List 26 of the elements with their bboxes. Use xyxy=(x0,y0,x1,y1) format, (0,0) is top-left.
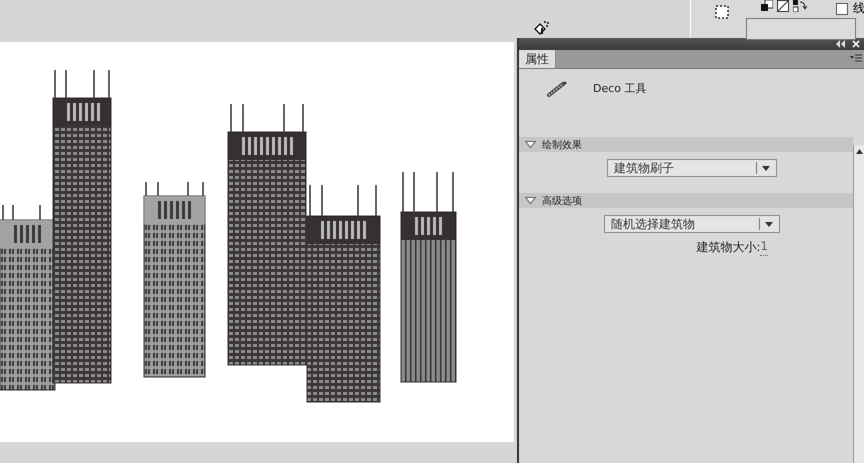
spray-cursor-icon xyxy=(534,20,550,36)
dropdown[interactable]: 建筑物刷子 xyxy=(607,159,777,177)
input-field[interactable] xyxy=(746,18,856,40)
selection-rectangle-icon[interactable] xyxy=(714,4,730,20)
tool-name: Deco 工具 xyxy=(593,81,647,96)
section-title: 高级选项 xyxy=(542,194,582,208)
field-label: 建筑物大小: xyxy=(696,239,760,256)
checkbox[interactable] xyxy=(836,2,848,14)
section-header[interactable]: 高级选项 xyxy=(519,193,853,208)
section-header[interactable]: 绘制效果 xyxy=(519,137,853,152)
dropdown[interactable]: 随机选择建筑物 xyxy=(604,215,780,233)
dropdown-arrow-icon xyxy=(765,222,773,226)
size-value[interactable]: 1 xyxy=(760,239,768,256)
scroll-up-icon[interactable] xyxy=(856,149,862,154)
panel-menu-icon[interactable] xyxy=(850,54,862,62)
disclosure-triangle-icon xyxy=(525,141,536,148)
dropdown-arrow-icon xyxy=(762,166,770,170)
deco-brush-icon xyxy=(546,81,568,97)
no-color-icon[interactable] xyxy=(777,0,789,12)
close-icon[interactable] xyxy=(852,40,860,48)
section-title: 绘制效果 xyxy=(542,138,582,152)
scrollbar[interactable] xyxy=(853,145,864,463)
swap-colors-icon[interactable] xyxy=(793,0,807,12)
color-swatch-icon[interactable] xyxy=(761,0,773,12)
disclosure-triangle-icon xyxy=(525,197,536,204)
panel-tab[interactable]: 属性 xyxy=(519,50,556,68)
